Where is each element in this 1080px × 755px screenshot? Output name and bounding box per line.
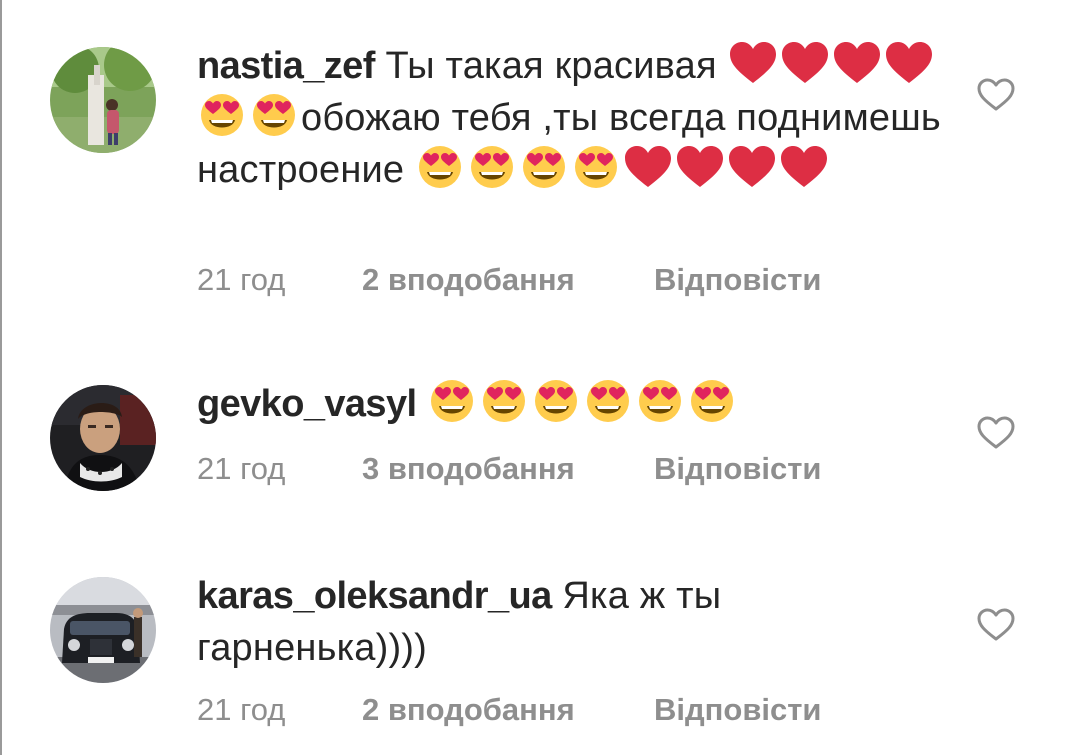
heart-eyes-emoji-icon: [687, 378, 737, 424]
red-heart-emoji-icon: [884, 40, 934, 86]
red-heart-emoji-icon: [780, 40, 830, 86]
comment-text-segment: Ты такая красивая: [385, 45, 728, 87]
avatar[interactable]: [50, 47, 156, 153]
heart-eyes-emoji-icon: [571, 144, 621, 190]
comment-text-segment: [416, 383, 427, 425]
heart-eyes-emoji-icon: [249, 92, 299, 138]
reply-button[interactable]: Відповісти: [654, 451, 822, 487]
likes-count-button[interactable]: 2 вподобання: [362, 262, 575, 298]
heart-eyes-emoji-icon: [519, 144, 569, 190]
heart-eyes-emoji-icon: [583, 378, 633, 424]
red-heart-emoji-icon: [623, 144, 673, 190]
username[interactable]: karas_oleksandr_ua: [197, 575, 552, 617]
comment-time: 21 год: [197, 692, 286, 727]
likes-count-button[interactable]: 2 вподобання: [362, 692, 575, 728]
comment-time: 21 год: [197, 451, 286, 486]
likes-count-button[interactable]: 3 вподобання: [362, 451, 575, 487]
red-heart-emoji-icon: [779, 144, 829, 190]
red-heart-emoji-icon: [832, 40, 882, 86]
comment-body: gevko_vasyl: [197, 378, 947, 430]
comment-text: gevko_vasyl: [197, 378, 947, 430]
comment-text: nastia_zef Ты такая красивая обожаю тебя…: [197, 40, 947, 196]
heart-outline-icon[interactable]: [977, 608, 1015, 642]
heart-outline-icon[interactable]: [977, 416, 1015, 450]
comment-time: 21 год: [197, 262, 286, 297]
red-heart-emoji-icon: [675, 144, 725, 190]
heart-outline-icon[interactable]: [977, 78, 1015, 112]
reply-button[interactable]: Відповісти: [654, 692, 822, 728]
username[interactable]: gevko_vasyl: [197, 383, 417, 425]
heart-eyes-emoji-icon: [197, 92, 247, 138]
username[interactable]: nastia_zef: [197, 45, 375, 87]
heart-eyes-emoji-icon: [479, 378, 529, 424]
comment-body: karas_oleksandr_ua Яка ж ты гарненька)))…: [197, 570, 947, 674]
avatar[interactable]: [50, 577, 156, 683]
heart-eyes-emoji-icon: [531, 378, 581, 424]
red-heart-emoji-icon: [727, 144, 777, 190]
comment-body: nastia_zef Ты такая красивая обожаю тебя…: [197, 40, 947, 196]
avatar[interactable]: [50, 385, 156, 491]
heart-eyes-emoji-icon: [427, 378, 477, 424]
heart-eyes-emoji-icon: [467, 144, 517, 190]
comment-text: karas_oleksandr_ua Яка ж ты гарненька)))…: [197, 570, 947, 674]
left-edge-divider: [0, 0, 2, 755]
reply-button[interactable]: Відповісти: [654, 262, 822, 298]
heart-eyes-emoji-icon: [635, 378, 685, 424]
heart-eyes-emoji-icon: [415, 144, 465, 190]
red-heart-emoji-icon: [728, 40, 778, 86]
